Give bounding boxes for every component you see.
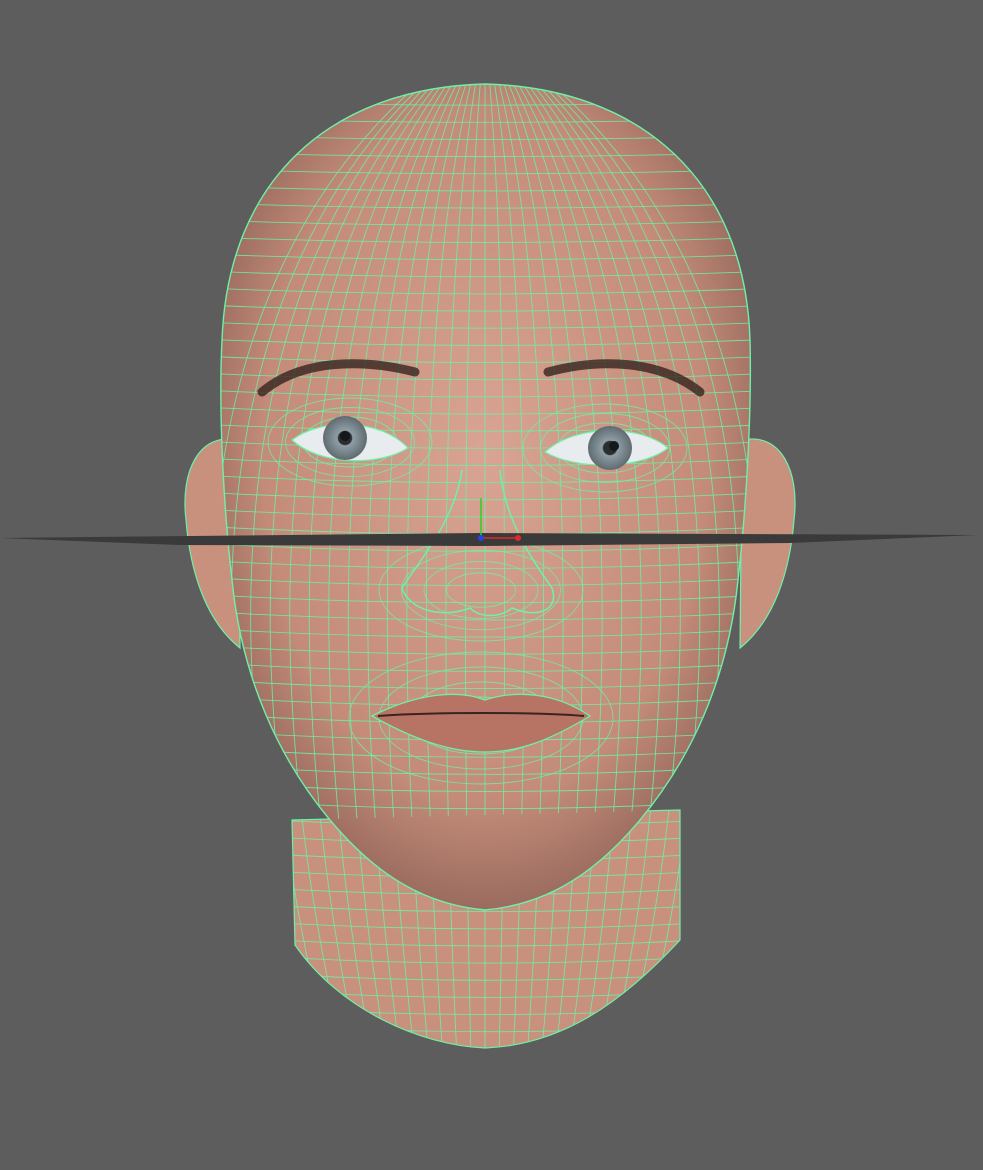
z-axis-handle bbox=[478, 535, 484, 541]
3d-viewport[interactable] bbox=[0, 0, 983, 1170]
head-mesh[interactable] bbox=[180, 83, 800, 1049]
viewport-scene[interactable] bbox=[0, 0, 983, 1170]
right-ear bbox=[739, 438, 796, 650]
ground-plane bbox=[0, 533, 978, 546]
x-axis-handle bbox=[515, 535, 521, 541]
